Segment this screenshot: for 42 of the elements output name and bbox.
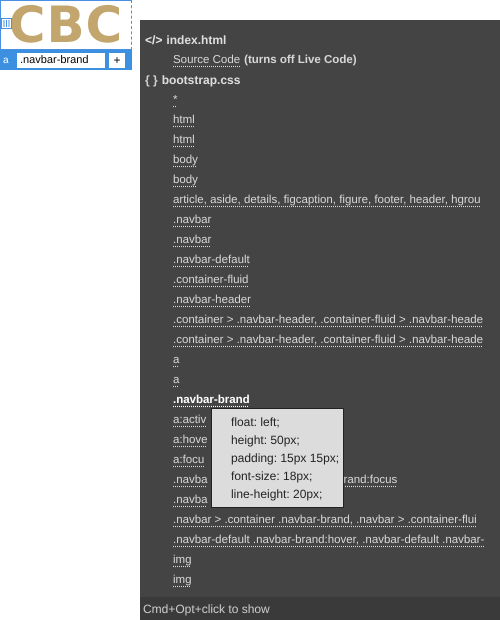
code-icon: </> [145,33,162,47]
selector-link[interactable]: .navbar-default [173,254,250,266]
status-bar: Cmd+Opt+click to show [140,597,500,620]
note-text: (turns off Live Code) [244,54,357,66]
selector-link[interactable]: .navba [173,494,208,506]
selector-link[interactable]: a [173,354,180,366]
selector-link[interactable]: .navbar-default .navbar-brand:hover, .navbar-default .navbar- [173,534,484,546]
selector-link[interactable]: html [173,114,195,126]
selector-link[interactable]: .container > .navbar-header, .container-fluid > .navbar-heade [173,334,484,346]
selector-link[interactable]: body [173,154,198,166]
selector-link[interactable]: a:focu [173,454,204,466]
selector-link[interactable]: * [173,94,178,106]
add-class-button[interactable]: + [109,52,125,68]
selector-link[interactable]: a:activ [173,414,206,426]
css-property: font-size: 18px; [231,468,314,485]
file-name: index.html [166,33,226,47]
selector-link[interactable]: .navba [173,474,208,486]
braces-icon: { } [145,73,158,87]
css-property: line-height: 20px; [231,486,324,503]
selector-link[interactable]: .navbar [173,234,212,246]
drag-handle-icon[interactable] [1,18,12,29]
selector-link[interactable]: rand:focus [344,474,398,486]
file-name: bootstrap.css [162,73,240,87]
selector-link[interactable]: article, aside, details, figcaption, figure, footer, header, hgrou [173,194,480,206]
selector-link[interactable]: Source Code [173,54,240,66]
selector-link[interactable]: img [173,554,192,566]
selector-link[interactable]: .navbar-brand [173,394,250,406]
tag-label: a [3,54,10,66]
class-field[interactable]: .navbar-brand [17,52,105,68]
selector-link[interactable]: .navbar [173,214,212,226]
css-property: float: left; [231,414,281,431]
selector-link[interactable]: .navbar > .container .navbar-brand, .navbar > .container-flui [173,514,477,526]
css-property: height: 50px; [231,432,301,449]
selector-link[interactable]: a:hove [173,434,208,446]
selector-link[interactable]: body [173,174,198,186]
selector-link[interactable]: html [173,134,195,146]
selector-link[interactable]: .container-fluid [173,274,248,286]
selector-link[interactable]: .container > .navbar-header, .container-fluid > .navbar-heade [173,314,484,326]
selector-link[interactable]: .navbar-header [173,294,251,306]
selector-link[interactable]: img [173,574,192,586]
css-property: padding: 15px 15px; [231,450,340,467]
selector-link[interactable]: a [173,374,180,386]
